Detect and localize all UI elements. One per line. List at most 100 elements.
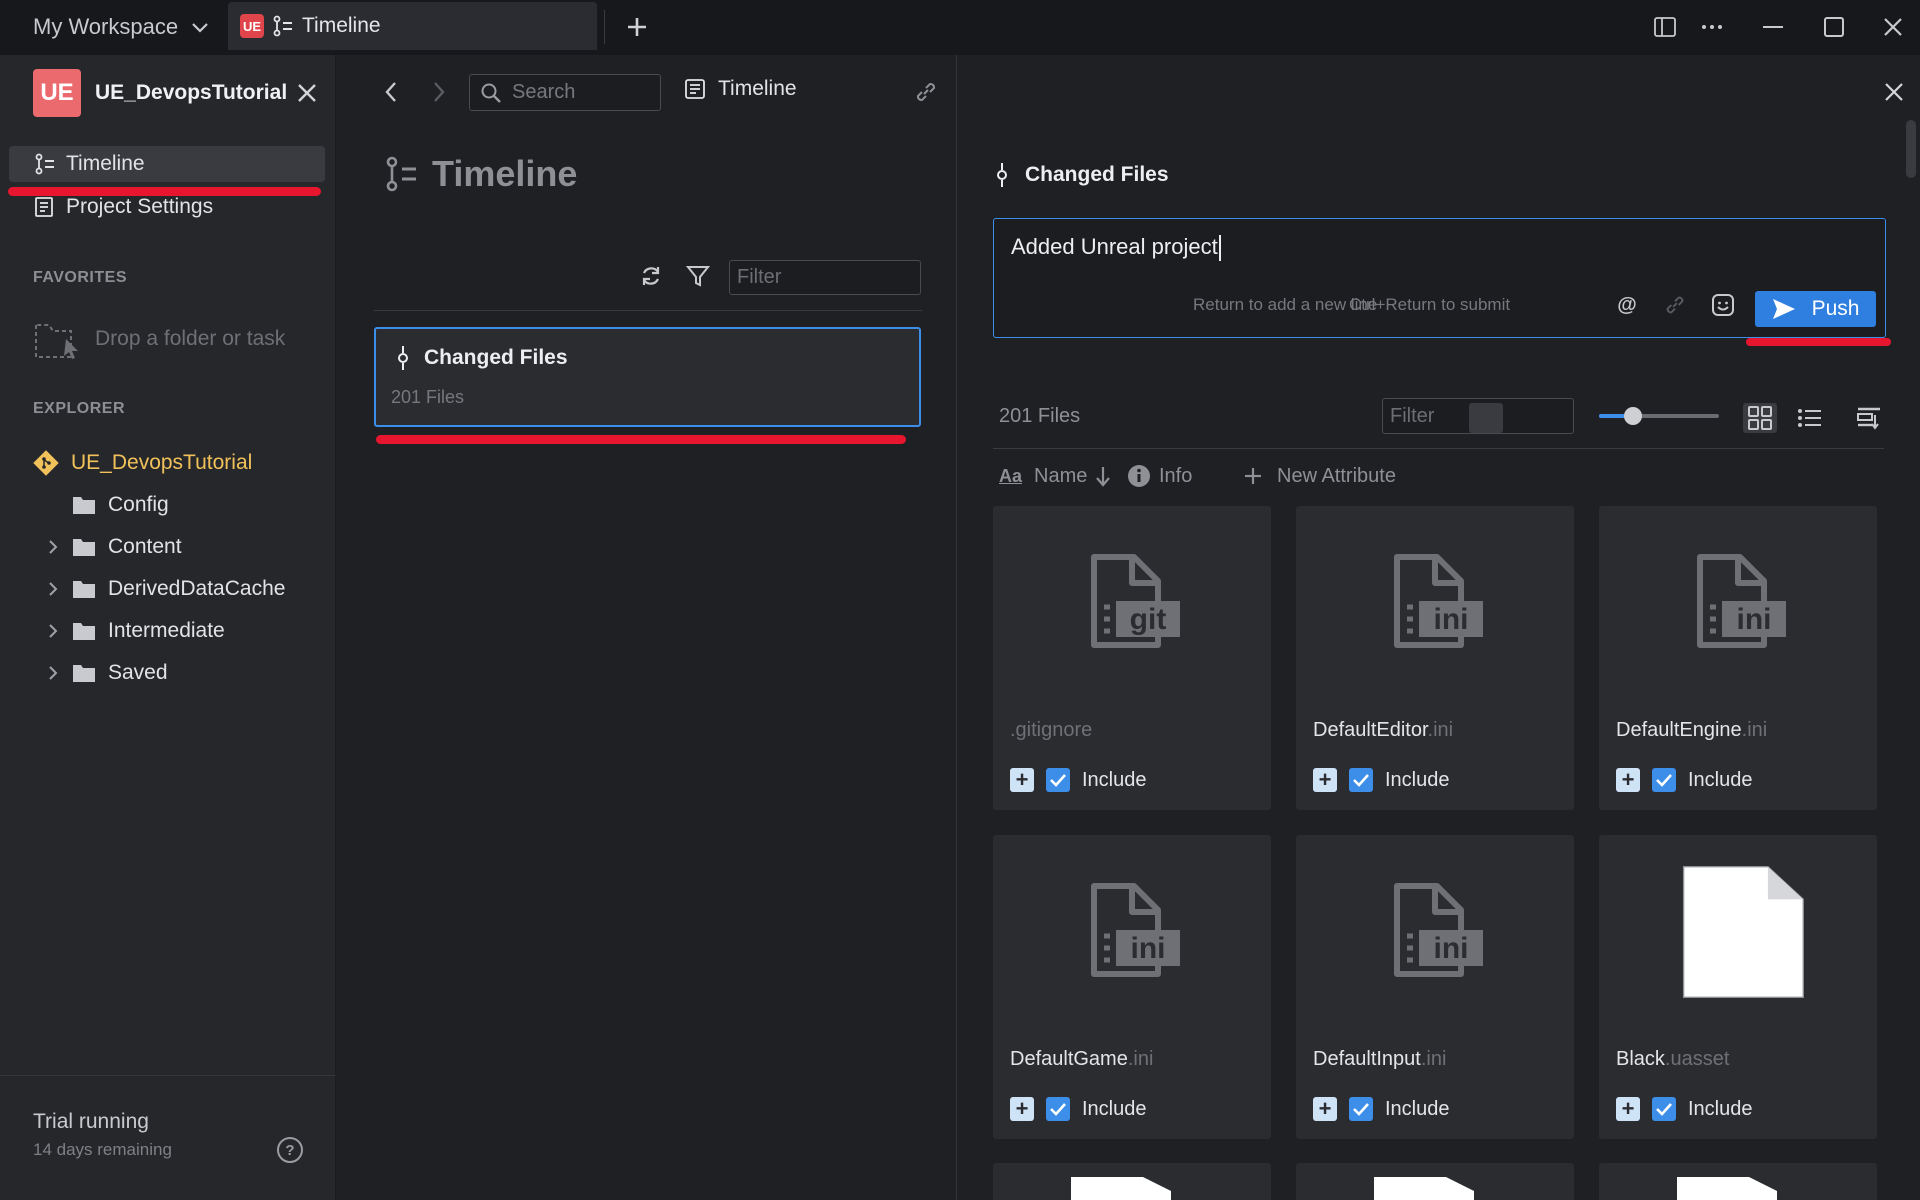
include-checkbox[interactable] [1652,1097,1676,1121]
file-card[interactable]: git .gitignore + Include [993,506,1271,810]
detail-list-icon [1857,407,1880,430]
back-button[interactable] [376,77,406,107]
search-input[interactable]: Search [469,74,661,111]
attribute-aa[interactable]: Aa [999,461,1022,491]
timeline-filter-input[interactable]: Filter [729,260,921,295]
trial-status: Trial running [33,1110,149,1133]
changed-files-card[interactable]: Changed Files 201 Files [374,327,921,427]
file-card[interactable]: ini DefaultEngine.ini + Include [1599,506,1877,810]
include-checkbox[interactable] [1046,1097,1070,1121]
divider [374,310,922,311]
minimize-button[interactable] [1758,12,1788,42]
search-placeholder: Search [512,81,576,103]
chevron-right-icon[interactable] [46,539,60,555]
file-blank-icon [1682,866,1804,998]
copy-link-button[interactable] [911,77,941,107]
tree-item-deriveddatacache[interactable]: DerivedDataCache [46,572,285,606]
folder-icon [73,497,95,514]
window-close-button[interactable] [1878,12,1908,42]
include-label: Include [1688,1097,1753,1120]
document-icon [685,79,705,99]
include-checkbox[interactable] [1349,768,1373,792]
include-row: + Include [1313,768,1450,792]
file-card[interactable]: Black.uasset + Include [1599,835,1877,1139]
tree-item-label: UE_DevopsTutorial [71,451,253,474]
grid-view-button[interactable] [1469,403,1503,433]
include-checkbox[interactable] [1046,768,1070,792]
more-button[interactable] [1697,12,1727,42]
breadcrumb-label: Timeline [718,77,797,100]
arrow-down-icon [1096,467,1111,487]
include-checkbox[interactable] [1349,1097,1373,1121]
push-button[interactable]: Push [1755,291,1876,327]
help-icon[interactable]: ? [277,1137,303,1163]
folder-icon [73,581,95,598]
sidebar-toggle-icon [1654,17,1676,37]
tree-item-intermediate[interactable]: Intermediate [46,614,225,648]
maximize-button[interactable] [1819,12,1849,42]
file-card[interactable] [993,1163,1271,1200]
file-name: .gitignore [1010,719,1092,742]
attach-link-button[interactable] [1661,291,1689,319]
link-icon [916,82,936,102]
file-card[interactable]: ini DefaultEditor.ini + Include [1296,506,1574,810]
commit-icon [997,163,1007,187]
annotation-underline [1746,338,1891,346]
chevron-right-icon[interactable] [46,623,60,639]
tree-item-saved[interactable]: Saved [46,656,168,690]
file-name: DefaultEditor.ini [1313,719,1453,742]
file-card[interactable] [1296,1163,1574,1200]
scrollbar-thumb[interactable] [1906,120,1916,178]
grid-view-button[interactable] [1743,403,1777,433]
tree-item-content[interactable]: Content [46,530,182,564]
tree-item-label: Saved [108,661,168,684]
chevron-left-icon [385,82,396,102]
file-badge-text: git [1130,603,1167,636]
chevron-right-icon[interactable] [46,665,60,681]
toggle-panel-button[interactable] [1650,12,1680,42]
sidebar-item-project-settings[interactable]: Project Settings [9,189,325,225]
favorites-drop-zone[interactable]: Drop a folder or task [33,317,285,361]
added-status-icon: + [1313,768,1337,792]
close-project-button[interactable] [293,79,321,107]
panel-title-text: Changed Files [1025,163,1169,186]
tree-item-config[interactable]: Config [72,488,169,522]
file-stem: Black [1616,1048,1665,1070]
added-status-icon: + [1313,1097,1337,1121]
sort-by-name[interactable]: Name [1034,461,1111,491]
project-header[interactable]: UE UE_DevopsTutorial [33,69,287,117]
tree-item-project-root[interactable]: UE_DevopsTutorial [33,446,252,480]
commit-message-box[interactable]: Added Unreal project Return to add a new… [993,218,1886,338]
attribute-info[interactable]: Info [1127,461,1192,491]
new-tab-button[interactable] [622,10,652,44]
filter-button[interactable] [684,262,712,290]
file-card[interactable] [1599,1163,1877,1200]
tab-timeline[interactable]: UE Timeline [228,2,597,50]
mention-button[interactable]: @ [1613,291,1641,319]
text-size-icon: Aa [999,465,1023,486]
workspace-switcher[interactable]: My Workspace [33,12,210,42]
folder-icon [73,665,95,682]
thumbnail-size-slider[interactable] [1599,407,1719,425]
detail-view-button[interactable] [1852,403,1886,433]
slider-handle[interactable] [1623,407,1642,425]
file-type-icon: git [1091,554,1180,648]
file-card[interactable]: ini DefaultGame.ini + Include [993,835,1271,1139]
file-badge-text: ini [1131,932,1166,965]
include-label: Include [1688,768,1753,791]
close-panel-button[interactable] [1879,77,1909,107]
refresh-button[interactable] [637,262,665,290]
project-name: UE_DevopsTutorial [95,81,288,104]
new-attribute-button[interactable]: New Attribute [1243,461,1396,491]
include-checkbox[interactable] [1652,768,1676,792]
commit-message-input[interactable]: Added Unreal project [1011,234,1221,262]
emoji-button[interactable] [1709,291,1737,319]
forward-button[interactable] [424,77,454,107]
submit-hint: Ctrl+Return to submit [1349,295,1511,314]
sidebar-item-timeline[interactable]: Timeline [9,146,325,182]
list-view-button[interactable] [1793,403,1827,433]
panel-title: Changed Files [995,163,1169,187]
file-card[interactable]: ini DefaultInput.ini + Include [1296,835,1574,1139]
chevron-right-icon[interactable] [46,581,60,597]
sidebar-footer-divider [0,1075,336,1076]
